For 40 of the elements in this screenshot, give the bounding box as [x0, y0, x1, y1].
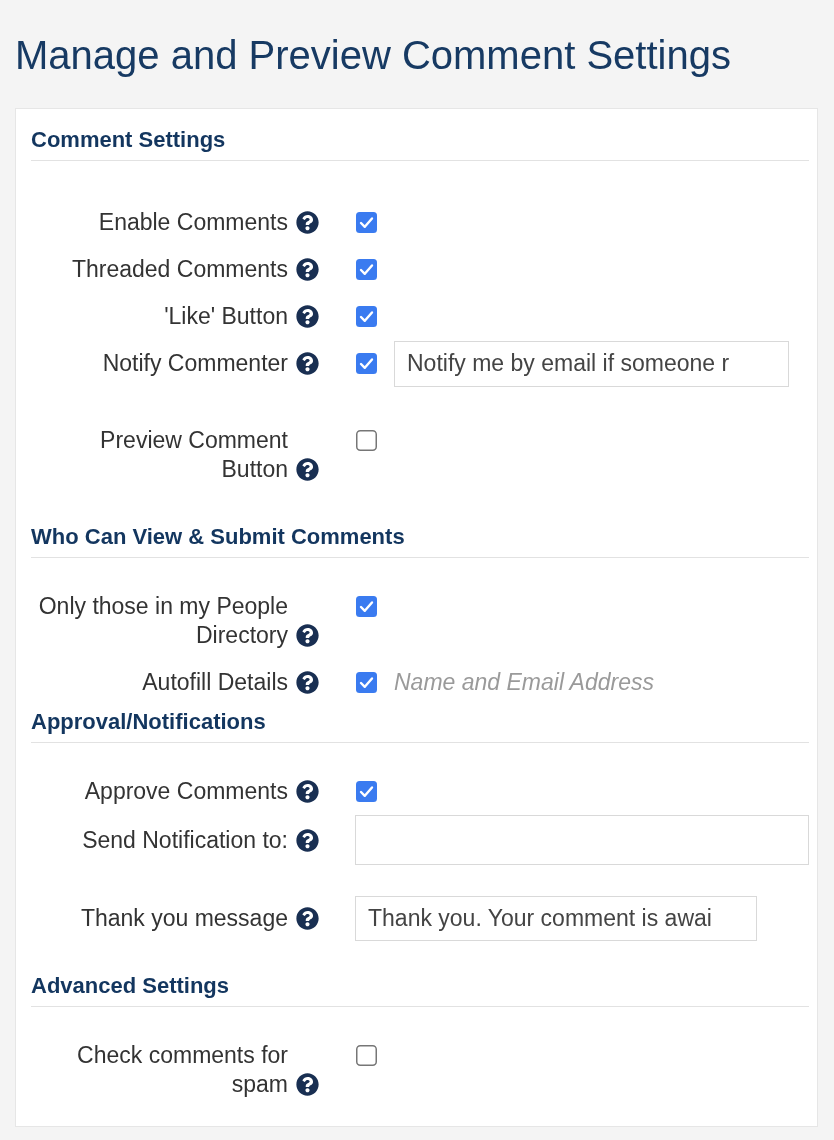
help-icon[interactable] [296, 907, 319, 930]
setting-label: Only those in my People Directory [37, 592, 288, 650]
setting-label: Send Notification to: [82, 825, 288, 855]
help-icon[interactable] [296, 458, 319, 481]
checkbox[interactable] [356, 212, 377, 233]
checkbox[interactable] [356, 430, 377, 451]
input-field[interactable] [355, 815, 809, 865]
help-icon[interactable] [296, 352, 319, 375]
hint-text: Name and Email Address [394, 668, 654, 697]
section-heading: Advanced Settings [31, 972, 230, 1000]
help-icon[interactable] [296, 258, 319, 281]
checkbox[interactable] [356, 1045, 377, 1066]
text-field[interactable]: Notify me by email if someone r [394, 340, 789, 387]
setting-label: Thank you message [80, 904, 288, 933]
page-title: Manage and Preview Comment Settings [15, 32, 732, 79]
checkbox[interactable] [356, 672, 377, 693]
checkbox[interactable] [356, 781, 377, 802]
setting-label: 'Like' Button [164, 302, 288, 331]
checkbox[interactable] [356, 596, 377, 617]
setting-label: Check comments for spam [76, 1041, 288, 1099]
setting-label: Enable Comments [98, 208, 288, 237]
help-icon[interactable] [296, 624, 319, 647]
section-heading: Approval/Notifications [31, 708, 266, 736]
setting-label: Preview Comment Button [99, 426, 288, 484]
help-icon[interactable] [296, 780, 319, 803]
text-field[interactable]: Thank you. Your comment is awai [355, 896, 757, 941]
help-icon[interactable] [296, 671, 319, 694]
checkbox[interactable] [356, 306, 377, 327]
checkbox[interactable] [356, 353, 377, 374]
section-heading: Who Can View & Submit Comments [31, 523, 405, 551]
setting-label: Autofill Details [142, 668, 288, 697]
help-icon[interactable] [296, 1073, 319, 1096]
checkbox[interactable] [356, 259, 377, 280]
help-icon[interactable] [296, 211, 319, 234]
setting-label: Notify Commenter [102, 349, 288, 378]
help-icon[interactable] [296, 828, 319, 852]
help-icon[interactable] [296, 305, 319, 328]
setting-label: Approve Comments [84, 777, 288, 806]
section-heading: Comment Settings [31, 126, 226, 154]
setting-label: Threaded Comments [71, 255, 288, 284]
